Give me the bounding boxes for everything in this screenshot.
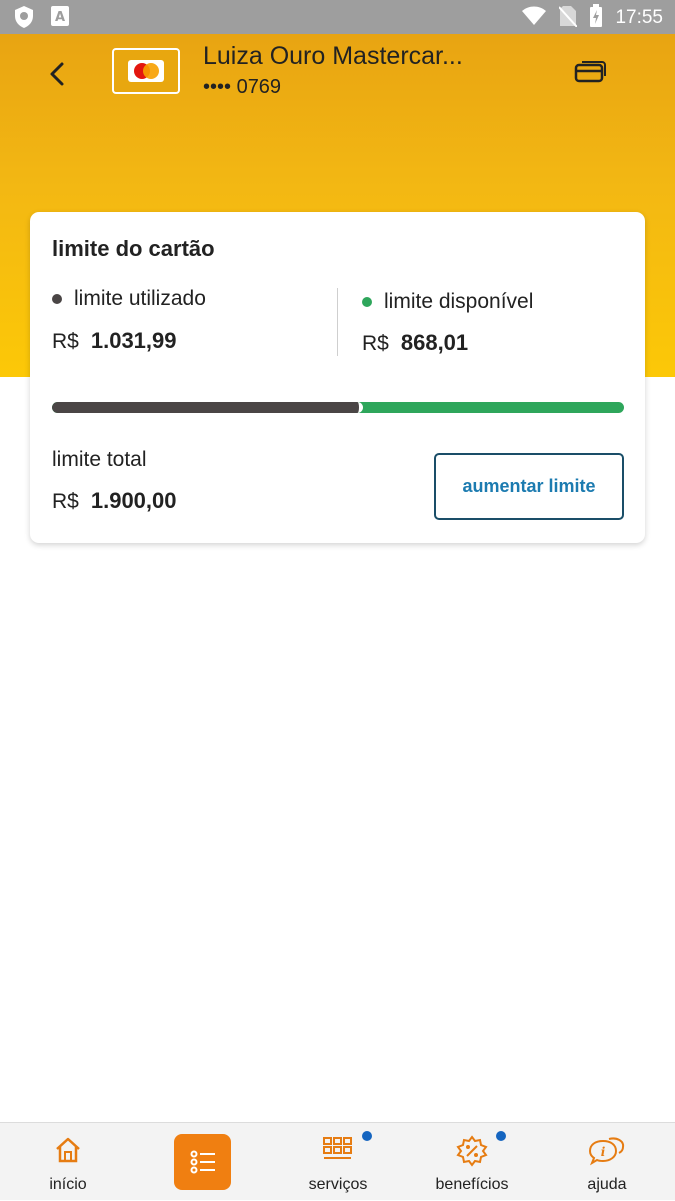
available-legend-dot <box>362 297 372 308</box>
services-notification-dot <box>362 1131 372 1141</box>
status-bar: A 17:55 <box>0 0 675 34</box>
available-limit-amount: R$ 868,01 <box>362 330 468 356</box>
switch-card-button[interactable] <box>573 58 609 84</box>
nav-home-label: início <box>49 1176 87 1193</box>
home-icon <box>53 1135 83 1169</box>
nav-help[interactable]: i ajuda <box>566 1123 648 1201</box>
shield-icon <box>14 5 34 33</box>
battery-charging-icon <box>589 4 603 32</box>
chevron-left-icon <box>50 62 64 86</box>
bottom-navigation: início serviços benefícios i ajuda <box>0 1122 675 1200</box>
currency-symbol: R$ <box>52 330 79 353</box>
used-limit-fill <box>52 402 363 413</box>
status-time: 17:55 <box>615 7 663 28</box>
available-limit-label: limite disponível <box>362 290 533 314</box>
increase-limit-button[interactable]: aumentar limite <box>434 453 624 520</box>
nav-services[interactable]: serviços <box>290 1123 386 1201</box>
nav-services-label: serviços <box>308 1176 368 1193</box>
total-limit-value: 1.900,00 <box>90 488 177 513</box>
total-limit-amount: R$ 1.900,00 <box>52 488 177 514</box>
nav-benefits-label: benefícios <box>435 1176 509 1193</box>
currency-symbol: R$ <box>52 490 79 513</box>
nav-help-label: ajuda <box>587 1176 627 1193</box>
total-limit-label: limite total <box>52 448 147 471</box>
used-legend-dot <box>52 294 62 305</box>
available-limit-value: 868,01 <box>400 330 469 355</box>
nav-menu-button[interactable] <box>174 1134 231 1190</box>
nav-benefits[interactable]: benefícios <box>420 1123 524 1201</box>
card-limit-panel: limite do cartão limite utilizado R$ 1.03… <box>30 212 645 543</box>
svg-text:i: i <box>601 1145 606 1159</box>
limit-progress-bar <box>52 402 624 413</box>
used-limit-label: limite utilizado <box>52 287 206 311</box>
card-number: •••• 0769 <box>203 76 282 98</box>
card-thumbnail <box>112 48 180 94</box>
no-sim-icon <box>558 5 579 31</box>
nav-home[interactable]: início <box>22 1123 114 1201</box>
grid-icon <box>322 1135 354 1167</box>
mastercard-logo-icon <box>128 60 164 82</box>
benefits-notification-dot <box>496 1131 506 1141</box>
card-name: Luiza Ouro Mastercar... <box>203 42 463 70</box>
currency-symbol: R$ <box>362 332 389 355</box>
used-limit-amount: R$ 1.031,99 <box>52 328 177 354</box>
divider <box>337 288 338 356</box>
wifi-icon <box>521 6 547 30</box>
discount-badge-icon <box>456 1135 488 1171</box>
help-chat-icon: i <box>588 1135 625 1171</box>
used-limit-value: 1.031,99 <box>90 328 177 353</box>
cards-icon <box>574 61 606 83</box>
svg-text:A: A <box>55 10 65 25</box>
app-notification-icon: A <box>50 5 70 33</box>
menu-list-icon <box>190 1150 215 1174</box>
limit-card-title: limite do cartão <box>52 236 215 261</box>
back-button[interactable] <box>38 54 78 94</box>
